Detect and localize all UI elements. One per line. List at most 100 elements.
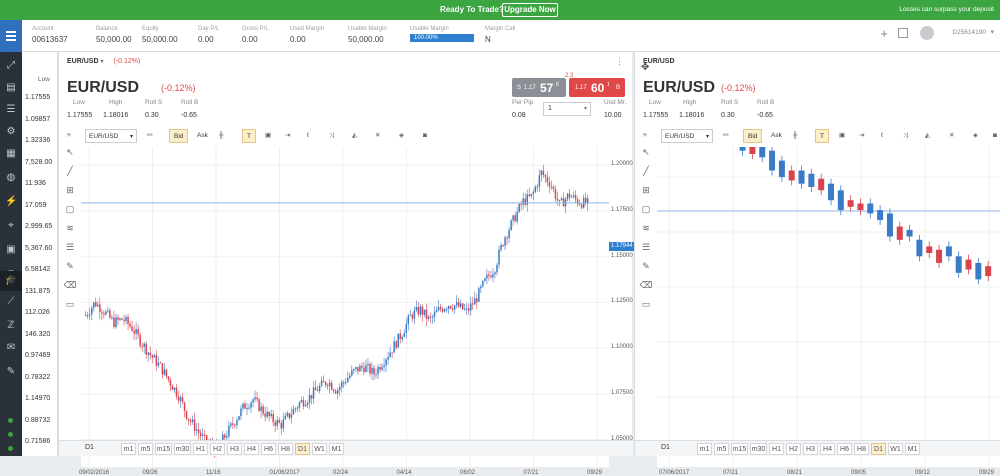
text-tool-icon[interactable]: T [242, 129, 256, 143]
compare-icon[interactable]: ⤨ [329, 129, 334, 143]
notes-icon[interactable]: ✎ [5, 366, 17, 378]
brush-icon[interactable]: ✎ [63, 261, 77, 280]
layers-icon[interactable]: ◈ [973, 129, 978, 143]
channel-icon[interactable]: ⊞ [63, 185, 77, 204]
bid-toggle[interactable]: Bid [169, 129, 189, 143]
lock-icon[interactable]: ▣ [839, 129, 845, 143]
timeframe-d1[interactable]: D1 [295, 443, 310, 455]
instrument-select[interactable]: EUR/USD ▾ [661, 129, 713, 143]
reports-icon[interactable]: ▣ [5, 244, 17, 256]
globe-icon[interactable]: ◍ [5, 172, 17, 184]
eraser-icon[interactable]: ⌫ [63, 280, 77, 299]
panel-header[interactable]: EUR/USD ▾ (-0.12%) [67, 58, 140, 65]
signals-icon[interactable]: ⚡ [5, 196, 17, 208]
hamburger-icon[interactable]: ≡ [643, 129, 647, 143]
rectangle-icon[interactable]: ▢ [639, 204, 653, 223]
camera-icon[interactable]: ◙ [993, 129, 997, 143]
ruler-icon[interactable]: ▭ [63, 299, 77, 318]
cursor-icon[interactable]: ↖ [639, 147, 653, 166]
candlestick-chart[interactable] [81, 147, 609, 467]
candlestick-chart[interactable] [657, 147, 1000, 467]
instrument-select[interactable]: EUR/USD ▾ [85, 129, 137, 143]
ask-toggle[interactable]: Ask [193, 129, 212, 143]
indicators-icon[interactable]: ℓ [307, 129, 309, 143]
kebab-menu-icon[interactable]: ⋮ [615, 56, 624, 67]
channel-icon[interactable]: ⊞ [639, 185, 653, 204]
chat-icon[interactable]: ✉ [5, 342, 17, 354]
timeframe-d1[interactable]: D1 [871, 443, 886, 455]
hamburger-icon[interactable]: ≡ [67, 129, 71, 143]
timeframe-h3[interactable]: H3 [227, 443, 242, 455]
cross-icon[interactable]: ✕ [375, 129, 380, 143]
timeframe-m5[interactable]: m5 [138, 443, 153, 455]
compare-icon[interactable]: ⤨ [903, 129, 908, 143]
link-icon[interactable]: ⚯ [147, 129, 152, 143]
buy-button[interactable]: 1.17 60 1 B [569, 78, 625, 97]
chevron-down-icon[interactable]: ▾ [990, 28, 994, 36]
timeframe-h2[interactable]: H2 [210, 443, 225, 455]
candles-icon[interactable]: ╫ [793, 129, 798, 143]
orders-icon[interactable]: ▤ [5, 82, 17, 94]
scroll-end-icon[interactable]: ⇥ [859, 129, 864, 143]
camera-icon[interactable]: ◙ [423, 129, 427, 143]
trading-icon[interactable]: ⤢ [5, 60, 17, 72]
alerts-icon[interactable]: ⌖ [5, 220, 17, 232]
price-chart-right[interactable] [657, 147, 1000, 467]
charts-icon[interactable]: ⟋ [5, 296, 17, 308]
cross-icon[interactable]: ✕ [949, 129, 954, 143]
timeframe-m1[interactable]: M1 [329, 443, 344, 455]
scroll-end-icon[interactable]: ⇥ [285, 129, 290, 143]
education-icon[interactable]: 🎓 [0, 271, 22, 291]
rectangle-icon[interactable]: ▢ [63, 204, 77, 223]
text-tool-icon[interactable]: T [815, 129, 829, 143]
link-icon[interactable]: ⚯ [723, 129, 728, 143]
timeframe-h1[interactable]: H1 [193, 443, 208, 455]
lock-icon[interactable]: ▣ [265, 129, 271, 143]
username[interactable]: D25614190 [952, 29, 986, 36]
candles-icon[interactable]: ╫ [219, 129, 224, 143]
timeframe-m1[interactable]: m1 [697, 443, 712, 455]
trendline-icon[interactable]: ╱ [639, 166, 653, 185]
timeframe-h8[interactable]: H8 [278, 443, 293, 455]
avatar[interactable] [920, 26, 934, 40]
timeframe-h6[interactable]: H6 [261, 443, 276, 455]
timeframe-m1[interactable]: M1 [905, 443, 920, 455]
settings-icon[interactable]: ⚙ [5, 126, 17, 138]
ask-toggle[interactable]: Ask [767, 129, 786, 143]
horizontal-lines-icon[interactable]: ☰ [639, 242, 653, 261]
timeframe-h2[interactable]: H2 [786, 443, 801, 455]
timeframe-m15[interactable]: m15 [731, 443, 748, 455]
fibonacci-icon[interactable]: ≋ [639, 223, 653, 242]
timeframe-h8[interactable]: H8 [854, 443, 869, 455]
timeframe-h6[interactable]: H6 [837, 443, 852, 455]
fibonacci-icon[interactable]: ≋ [63, 223, 77, 242]
calendar-icon[interactable]: ▦ [5, 148, 17, 160]
cursor-icon[interactable]: ↖ [63, 147, 77, 166]
timeframe-m15[interactable]: m15 [155, 443, 172, 455]
timeframe-m1[interactable]: m1 [121, 443, 136, 455]
timeframe-h4[interactable]: H4 [820, 443, 835, 455]
timeframe-h4[interactable]: H4 [244, 443, 259, 455]
timeframe-m30[interactable]: m30 [750, 443, 767, 455]
timeframe-w1[interactable]: W1 [888, 443, 903, 455]
timeframe-h3[interactable]: H3 [803, 443, 818, 455]
timeframe-m30[interactable]: m30 [174, 443, 191, 455]
layers-icon[interactable]: ◈ [399, 129, 404, 143]
hamburger-menu-button[interactable] [0, 20, 22, 52]
trendline-icon[interactable]: ╱ [63, 166, 77, 185]
amount-input[interactable]: 1 ▾ [543, 102, 591, 116]
area-chart-icon[interactable]: ◭ [925, 129, 930, 143]
strategies-icon[interactable]: ℤ [5, 320, 17, 332]
positions-icon[interactable]: ☰ [5, 104, 17, 116]
add-icon[interactable]: + [880, 26, 888, 41]
horizontal-lines-icon[interactable]: ☰ [63, 242, 77, 261]
layout-icon[interactable] [898, 28, 908, 38]
indicators-icon[interactable]: ℓ [881, 129, 883, 143]
bid-toggle[interactable]: Bid [743, 129, 763, 143]
timeframe-h1[interactable]: H1 [769, 443, 784, 455]
eraser-icon[interactable]: ⌫ [639, 280, 653, 299]
timeframe-m5[interactable]: m5 [714, 443, 729, 455]
ruler-icon[interactable]: ▭ [639, 299, 653, 318]
brush-icon[interactable]: ✎ [639, 261, 653, 280]
timeframe-w1[interactable]: W1 [312, 443, 327, 455]
